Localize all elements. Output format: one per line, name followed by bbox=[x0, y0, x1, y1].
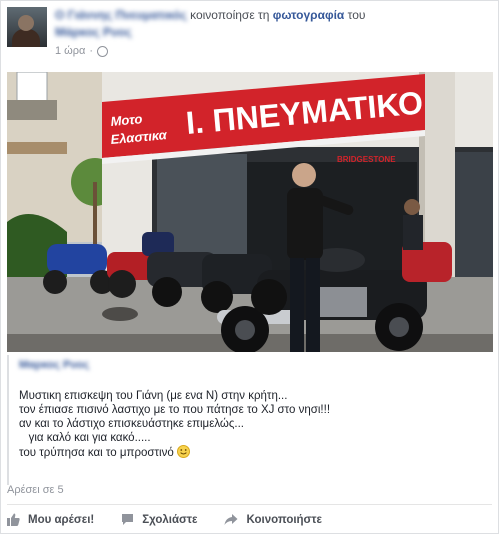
original-author-link[interactable]: Μάρκος Ρυος bbox=[55, 25, 132, 39]
object-suffix: του bbox=[347, 8, 366, 22]
author-name[interactable]: Ο Γιάννης Πνευματικός bbox=[55, 8, 187, 22]
likes-count[interactable]: Αρέσει σε 5 bbox=[7, 484, 64, 496]
timestamp[interactable]: 1 ώρα bbox=[55, 45, 85, 57]
shared-author-link[interactable]: Μαρκος Ρυος bbox=[19, 359, 89, 371]
shared-line: για καλό και για κακό..... bbox=[19, 432, 151, 444]
divider bbox=[7, 504, 492, 505]
post-meta: 1 ώρα · bbox=[55, 45, 109, 57]
shared-post-text: Μυστικη επισκεψη του Γιάνη (με ενα Ν) στ… bbox=[19, 389, 330, 460]
share-label: Κοινοποιήστε bbox=[246, 513, 323, 526]
action-text: κοινοποίησε τη bbox=[190, 8, 270, 22]
post-card: Ο Γιάννης Πνευματικός κοινοποίησε τη φωτ… bbox=[0, 0, 499, 534]
shared-line: Μυστικη επισκεψη του Γιάνη (με ενα Ν) στ… bbox=[19, 390, 288, 402]
share-button[interactable]: Κοινοποιήστε bbox=[224, 513, 322, 526]
thumbs-up-icon bbox=[7, 513, 20, 526]
like-button[interactable]: Μου αρέσει! bbox=[7, 513, 94, 526]
post-photo[interactable]: Μοτο Ελαστικα Ι. ΠΝΕΥΜΑΤΙΚΟ BRIDGESTONE bbox=[7, 72, 493, 352]
like-label: Μου αρέσει! bbox=[28, 513, 95, 526]
avatar[interactable] bbox=[7, 7, 47, 47]
shared-line-last: του τρύπησα και το μπροστινό bbox=[19, 445, 330, 460]
shared-line: του τρύπησα και το μπροστινό bbox=[19, 447, 177, 459]
share-icon bbox=[224, 514, 238, 525]
post-actions: Μου αρέσει! Σχολιάστε Κοινοποιήστε bbox=[7, 513, 349, 526]
post-header-line2: Μάρκος Ρυος bbox=[55, 25, 132, 39]
shared-line: αν και το λάστιχο επισκευάστηκε επιμελώς… bbox=[19, 418, 244, 430]
comment-label: Σχολιάστε bbox=[142, 513, 198, 526]
shared-post: Μαρκος Ρυος Μυστικη επισκεψη του Γιάνη (… bbox=[7, 355, 493, 485]
comment-icon bbox=[122, 514, 134, 525]
post-header: Ο Γιάννης Πνευματικός κοινοποίησε τη φωτ… bbox=[55, 7, 495, 23]
photo-link[interactable]: φωτογραφία bbox=[273, 8, 345, 22]
comment-button[interactable]: Σχολιάστε bbox=[121, 513, 197, 526]
globe-icon[interactable] bbox=[97, 45, 109, 57]
inner-sign-text: BRIDGESTONE bbox=[337, 155, 396, 164]
shared-line: τον έπιασε πισινό λαστιχο με το που πάτη… bbox=[19, 404, 331, 416]
photo-scene: Μοτο Ελαστικα Ι. ΠΝΕΥΜΑΤΙΚΟ BRIDGESTONE bbox=[7, 72, 493, 352]
sign-small-text: Μοτο bbox=[110, 111, 143, 129]
smile-emoji bbox=[176, 445, 190, 458]
